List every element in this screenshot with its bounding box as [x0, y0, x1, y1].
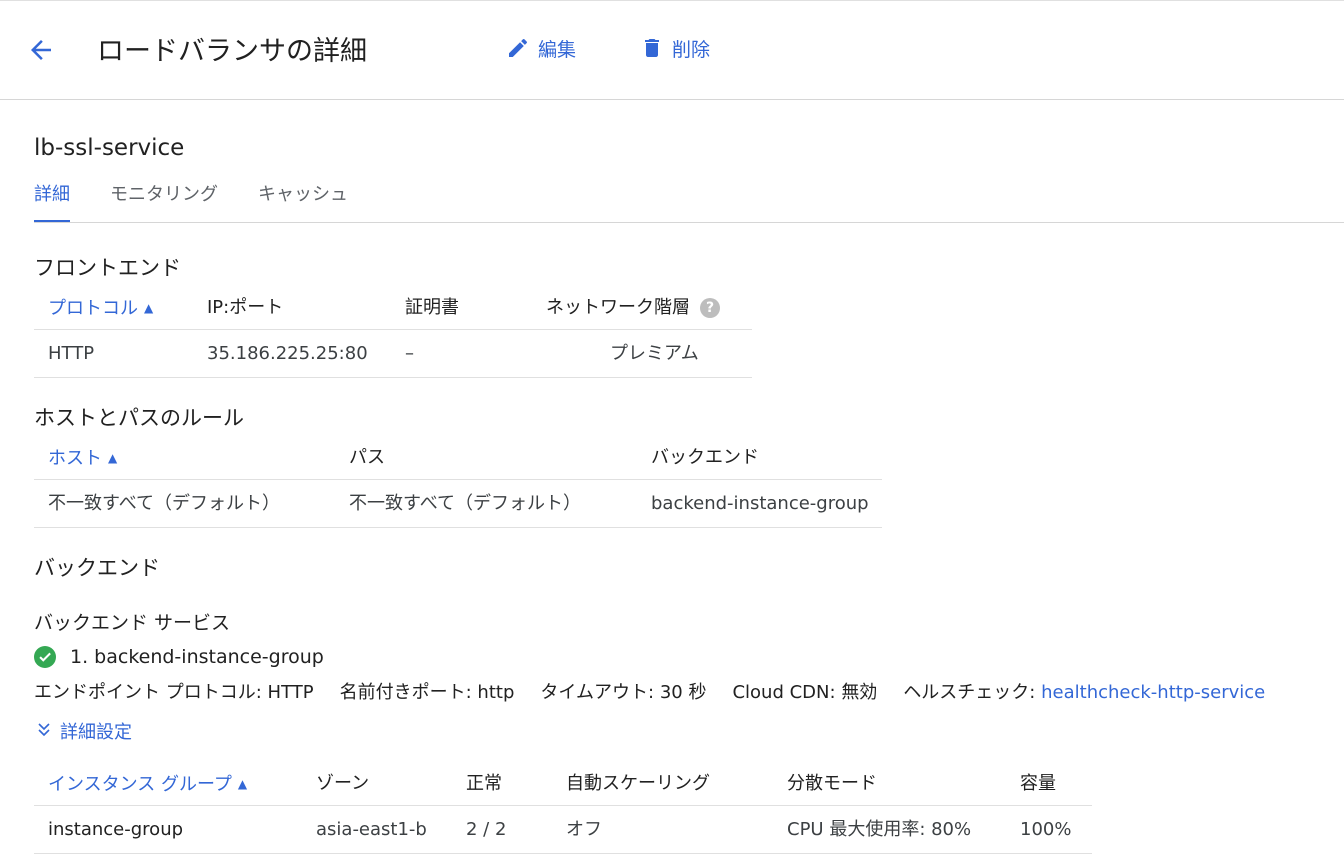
- cloud-cdn-prop: Cloud CDN: 無効: [732, 678, 877, 704]
- backend-heading: バックエンド: [34, 556, 160, 580]
- tab-cache[interactable]: キャッシュ: [258, 180, 348, 222]
- column-label: インスタンス グループ: [48, 774, 232, 795]
- tabs-divider: [34, 222, 1344, 223]
- load-balancer-name: lb-ssl-service: [34, 135, 185, 161]
- column-network-tier: ネットワーク階層?: [546, 286, 720, 330]
- timeout-prop: タイムアウト: 30 秒: [540, 678, 706, 704]
- cell-zone: asia-east1-b: [316, 819, 427, 840]
- cell-ip-port: 35.186.225.25:80: [207, 343, 368, 364]
- prop-label: エンドポイント プロトコル:: [34, 682, 262, 703]
- health-check-prop: ヘルスチェック: healthcheck-http-service: [903, 678, 1265, 704]
- arrow-left-icon: [31, 40, 51, 60]
- advanced-settings-label: 詳細設定: [60, 722, 132, 743]
- column-healthy: 正常: [466, 773, 502, 794]
- backend-service-properties: エンドポイント プロトコル: HTTP 名前付きポート: http タイムアウト…: [34, 678, 1265, 704]
- cell-balancing-mode: CPU 最大使用率: 80%: [787, 819, 972, 840]
- prop-value: 30 秒: [659, 682, 707, 703]
- delete-label: 削除: [672, 38, 711, 61]
- column-path: パス: [349, 447, 385, 468]
- pencil-icon: [509, 38, 528, 57]
- column-certificate: 証明書: [405, 297, 459, 318]
- column-label: プロトコル: [48, 298, 138, 319]
- cell-certificate: –: [405, 343, 414, 364]
- cell-healthy: 2 / 2: [466, 819, 507, 840]
- column-zone: ゾーン: [316, 773, 370, 794]
- health-check-link[interactable]: healthcheck-http-service: [1041, 682, 1265, 703]
- edit-button[interactable]: 編集: [506, 35, 576, 61]
- host-path-rules-table: ホスト ▲ パス バックエンド 不一致すべて（デフォルト） 不一致すべて（デフォル…: [34, 436, 882, 528]
- page-title: ロードバランサの詳細: [97, 36, 367, 67]
- sort-up-icon: ▲: [237, 777, 248, 791]
- double-chevron-down-icon: [38, 722, 50, 740]
- tab-details[interactable]: 詳細: [34, 180, 70, 222]
- table-header-row: ホスト ▲ パス バックエンド: [34, 436, 882, 480]
- prop-value: 無効: [841, 682, 878, 703]
- column-label: ネットワーク階層: [546, 297, 690, 318]
- tab-bar: 詳細 モニタリング キャッシュ: [34, 180, 388, 222]
- sort-up-icon: ▲: [144, 301, 154, 315]
- backend-service-title: 1. backend-instance-group: [34, 646, 324, 668]
- backend-service-name: 1. backend-instance-group: [70, 646, 324, 668]
- table-row: instance-group asia-east1-b 2 / 2 オフ CPU…: [34, 806, 1092, 854]
- cell-network-tier: プレミアム: [610, 343, 699, 364]
- sort-up-icon: ▲: [108, 451, 118, 465]
- column-host[interactable]: ホスト ▲: [48, 436, 117, 481]
- prop-label: タイムアウト:: [540, 682, 655, 703]
- column-label: ホスト: [48, 448, 102, 469]
- named-port-prop: 名前付きポート: http: [340, 678, 515, 704]
- cell-protocol: HTTP: [48, 343, 95, 364]
- column-backend: バックエンド: [651, 447, 759, 468]
- cell-capacity: 100%: [1020, 819, 1072, 840]
- column-protocol[interactable]: プロトコル ▲: [48, 286, 153, 331]
- endpoint-protocol-prop: エンドポイント プロトコル: HTTP: [34, 678, 314, 704]
- column-instance-group[interactable]: インスタンス グループ ▲: [48, 762, 247, 807]
- trash-icon: [645, 39, 659, 57]
- prop-label: ヘルスチェック:: [903, 682, 1036, 703]
- cell-host: 不一致すべて（デフォルト）: [48, 493, 281, 514]
- delete-button[interactable]: 削除: [640, 35, 710, 61]
- host-path-rules-heading: ホストとパスのルール: [34, 406, 244, 430]
- tab-monitoring[interactable]: モニタリング: [110, 180, 218, 222]
- advanced-settings-toggle[interactable]: 詳細設定: [38, 718, 132, 744]
- table-header-row: プロトコル ▲ IP:ポート 証明書 ネットワーク階層?: [34, 286, 752, 330]
- back-button[interactable]: [26, 35, 56, 65]
- prop-value: HTTP: [267, 682, 314, 703]
- top-bar: ロードバランサの詳細 編集 削除: [0, 0, 1344, 100]
- backend-services-heading: バックエンド サービス: [34, 612, 231, 634]
- prop-value: http: [477, 682, 515, 703]
- help-icon[interactable]: ?: [700, 298, 720, 318]
- column-autoscaling: 自動スケーリング: [566, 773, 710, 794]
- frontend-heading: フロントエンド: [34, 256, 181, 280]
- table-row: HTTP 35.186.225.25:80 – プレミアム: [34, 330, 752, 378]
- cell-instance-group: instance-group: [48, 819, 184, 840]
- prop-label: 名前付きポート:: [339, 682, 472, 703]
- frontend-table: プロトコル ▲ IP:ポート 証明書 ネットワーク階層? HTTP 35.186.…: [34, 286, 752, 378]
- column-balancing-mode: 分散モード: [787, 773, 877, 794]
- column-ip-port: IP:ポート: [207, 297, 284, 318]
- table-header-row: インスタンス グループ ▲ ゾーン 正常 自動スケーリング 分散モード 容量: [34, 762, 1092, 806]
- check-circle-icon: [34, 646, 56, 668]
- prop-label: Cloud CDN:: [732, 682, 836, 703]
- table-row: 不一致すべて（デフォルト） 不一致すべて（デフォルト） backend-inst…: [34, 480, 882, 528]
- cell-autoscaling: オフ: [566, 819, 602, 840]
- instance-group-table: インスタンス グループ ▲ ゾーン 正常 自動スケーリング 分散モード 容量 in…: [34, 762, 1092, 854]
- cell-path: 不一致すべて（デフォルト）: [349, 493, 582, 514]
- edit-label: 編集: [538, 38, 577, 61]
- cell-backend: backend-instance-group: [651, 493, 869, 514]
- column-capacity: 容量: [1020, 773, 1056, 794]
